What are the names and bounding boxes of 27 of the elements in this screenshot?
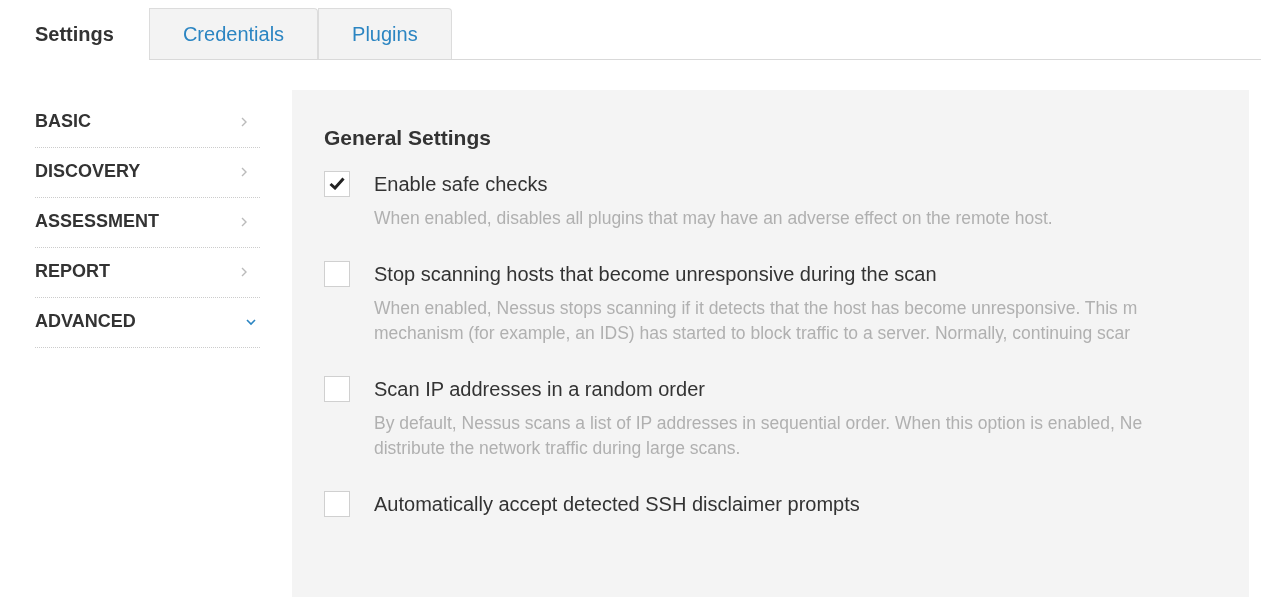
section-title: General Settings [324,125,491,151]
option-description: mechanism (for example, an IDS) has started to block traffic to a server. Normally, continuing scar [374,321,1131,345]
option-description: When enabled, Nessus stops scanning if it detects that the host has become unresponsive. This m [374,296,1138,320]
chevron-right-icon [240,265,248,278]
checkbox[interactable] [324,375,350,402]
sidebar-item[interactable]: ADVANCED [35,298,260,348]
option-description: When enabled, disables all plugins that may have an adverse effect on the remote host. [374,206,1053,230]
option-description: By default, Nessus scans a list of IP addresses in sequential order. When this option is enabled, Ne [374,411,1143,435]
tab[interactable]: Plugins [318,8,452,59]
chevron-right-icon [240,215,248,228]
checkbox[interactable] [324,170,350,197]
chevron-down-icon [245,317,257,326]
option-label: Stop scanning hosts that become unresponsive during the scan [374,261,937,287]
option-description: distribute the network traffic during large scans. [374,436,741,460]
checkbox[interactable] [324,260,350,287]
sidebar-item[interactable]: BASIC [35,98,260,148]
sidebar-item[interactable]: REPORT [35,248,260,298]
sidebar-item[interactable]: DISCOVERY [35,148,260,198]
option-label: Enable safe checks [374,171,548,197]
option-label: Automatically accept detected SSH disclaimer prompts [374,491,860,517]
chevron-right-icon [240,165,248,178]
checkmark-icon [329,177,345,190]
chevron-right-icon [240,115,248,128]
option-label: Scan IP addresses in a random order [374,376,705,402]
sidebar-item[interactable]: ASSESSMENT [35,198,260,248]
tab[interactable]: Credentials [148,8,319,59]
checkbox[interactable] [324,490,350,517]
